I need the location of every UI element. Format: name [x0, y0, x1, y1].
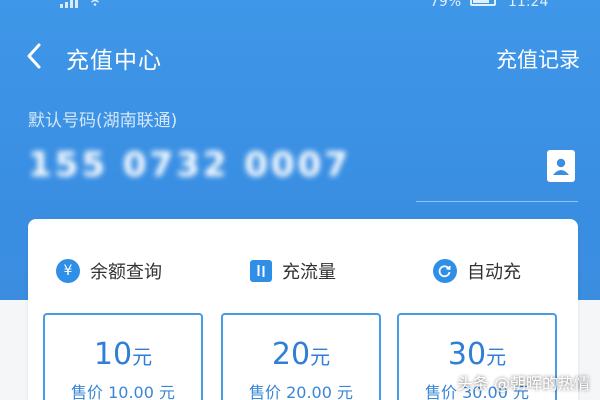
data-recharge-label: 充流量	[282, 262, 336, 283]
watermark: 头条 @朝晖的热情	[456, 374, 590, 393]
status-time: 11:24	[508, 0, 549, 10]
data-flow-icon	[250, 260, 272, 282]
contact-icon	[553, 158, 569, 175]
data-recharge-button[interactable]: 充流量	[250, 258, 336, 284]
refresh-icon	[433, 259, 457, 283]
battery-percent: 79%	[430, 0, 462, 10]
amount-price: 售价 10.00 元	[71, 383, 175, 400]
signal-icon	[60, 0, 78, 8]
amount-value: 10元	[93, 337, 153, 372]
amount-value: 20元	[271, 337, 331, 372]
yen-search-icon: ¥	[56, 259, 80, 283]
auto-recharge-label: 自动充	[467, 262, 521, 283]
balance-query-button[interactable]: ¥ 余额查询	[56, 258, 162, 284]
balance-query-label: 余额查询	[90, 262, 162, 283]
amount-option-10[interactable]: 10元 售价 10.00 元	[43, 313, 203, 400]
amount-value: 30元	[447, 337, 507, 372]
battery-icon	[470, 0, 496, 6]
recharge-record-link[interactable]: 充值记录	[496, 44, 580, 74]
page-title: 充值中心	[66, 48, 162, 74]
wifi-icon	[91, 0, 99, 6]
input-underline	[416, 201, 578, 202]
back-arrow-icon[interactable]	[22, 42, 46, 70]
contact-book-button[interactable]	[547, 150, 575, 182]
amount-price: 售价 20.00 元	[249, 383, 353, 400]
default-number-label: 默认号码(湖南联通)	[28, 111, 178, 131]
phone-number-input[interactable]: 155 0732 0007	[28, 145, 351, 185]
amount-option-20[interactable]: 20元 售价 20.00 元	[221, 313, 381, 400]
status-bar: 79% 11:24	[0, 0, 600, 14]
auto-recharge-button[interactable]: 自动充	[433, 258, 521, 284]
